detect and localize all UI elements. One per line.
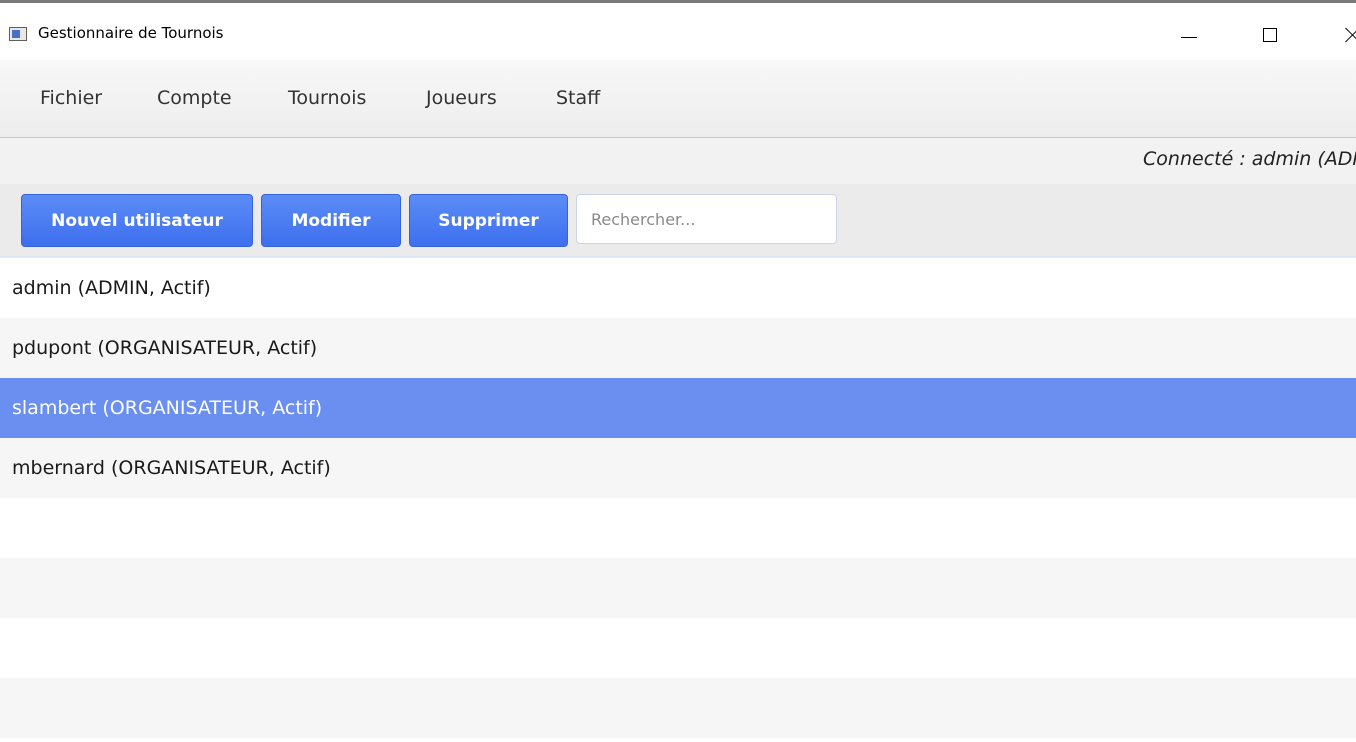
search-input[interactable] [576, 194, 837, 244]
menu-joueurs[interactable]: Joueurs [426, 87, 497, 109]
list-item[interactable]: pdupont (ORGANISATEUR, Actif) [0, 318, 1356, 378]
menu-bar: Fichier Compte Tournois Joueurs Staff [0, 60, 1356, 138]
list-item-selected[interactable]: slambert (ORGANISATEUR, Actif) [0, 378, 1356, 438]
delete-button[interactable]: Supprimer [409, 194, 568, 247]
toolbar: Nouvel utilisateur Modifier Supprimer [0, 184, 1356, 258]
empty-row [0, 678, 1356, 738]
new-user-button[interactable]: Nouvel utilisateur [21, 194, 253, 247]
app-window-icon [9, 27, 27, 41]
menu-fichier[interactable]: Fichier [40, 87, 102, 109]
menu-compte[interactable]: Compte [157, 87, 232, 109]
menu-staff[interactable]: Staff [556, 87, 600, 109]
close-button[interactable] [1330, 17, 1356, 53]
empty-row [0, 558, 1356, 618]
empty-row [0, 498, 1356, 558]
connection-status: Connecté : admin (ADMIN) [1143, 148, 1356, 170]
close-icon [1345, 27, 1356, 43]
maximize-button[interactable] [1247, 17, 1293, 53]
window-title: Gestionnaire de Tournois [38, 24, 224, 42]
minimize-icon [1181, 36, 1197, 38]
user-list[interactable]: admin (ADMIN, Actif) pdupont (ORGANISATE… [0, 258, 1356, 742]
minimize-button[interactable] [1166, 17, 1212, 53]
edit-button[interactable]: Modifier [261, 194, 401, 247]
title-bar: Gestionnaire de Tournois [0, 0, 1356, 60]
empty-row [0, 618, 1356, 678]
maximize-icon [1263, 28, 1277, 42]
menu-tournois[interactable]: Tournois [288, 87, 366, 109]
list-item[interactable]: admin (ADMIN, Actif) [0, 258, 1356, 318]
list-item[interactable]: mbernard (ORGANISATEUR, Actif) [0, 438, 1356, 498]
status-bar: Connecté : admin (ADMIN) [0, 138, 1356, 184]
